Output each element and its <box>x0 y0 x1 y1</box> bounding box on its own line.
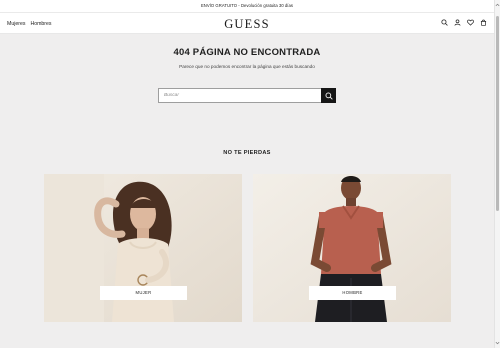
scrollbar-thumb[interactable] <box>496 16 499 211</box>
search-input[interactable] <box>158 88 321 103</box>
scroll-down-icon[interactable] <box>495 340 500 346</box>
scroll-up-icon[interactable] <box>495 2 500 8</box>
page-subtitle: Parece que no podemos encontrar la págin… <box>179 64 315 69</box>
card-button-mujer[interactable]: MUJER <box>100 286 187 300</box>
account-icon[interactable] <box>454 19 461 26</box>
wishlist-icon[interactable] <box>467 19 474 26</box>
card-hombre[interactable]: HOMBRE <box>253 174 451 322</box>
cart-icon[interactable] <box>480 19 487 26</box>
search-button[interactable] <box>321 88 336 103</box>
card-mujer[interactable]: MUJER <box>44 174 242 322</box>
header: Mujeres Hombres GUESS <box>0 12 494 34</box>
promo-banner: ENVÍO GRATUITO - Devolución gratuita 30 … <box>0 0 494 12</box>
search-icon <box>325 92 333 100</box>
promo-text: ENVÍO GRATUITO - Devolución gratuita 30 … <box>200 3 294 8</box>
search-icon[interactable] <box>441 19 448 26</box>
main-content: 404 PÁGINA NO ENCONTRADA Parece que no p… <box>0 35 494 348</box>
section-title: NO TE PIERDAS <box>223 150 271 156</box>
card-button-hombre[interactable]: HOMBRE <box>309 286 396 300</box>
search-bar <box>158 88 336 103</box>
page-title: 404 PÁGINA NO ENCONTRADA <box>173 47 321 58</box>
page-scrollbar[interactable] <box>494 0 500 348</box>
guess-logo[interactable]: GUESS <box>0 17 494 32</box>
header-icons <box>441 19 487 26</box>
